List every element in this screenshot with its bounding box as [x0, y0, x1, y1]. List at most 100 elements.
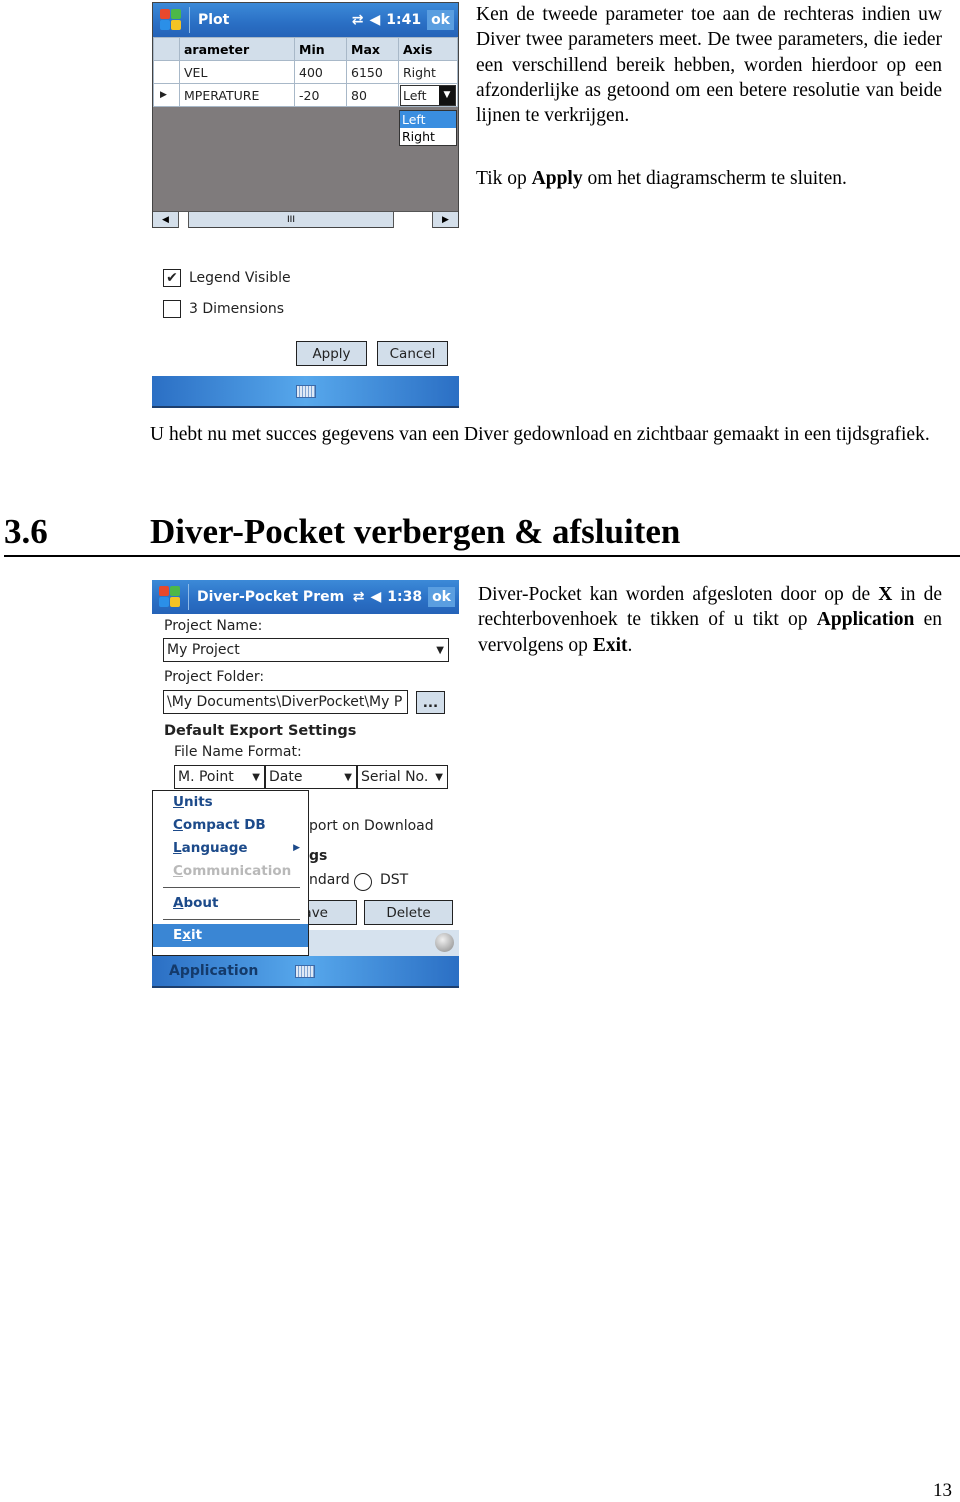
cell-axis[interactable]: Right: [398, 60, 458, 84]
ok-button[interactable]: ok: [427, 10, 454, 30]
speaker-icon[interactable]: ◀︎: [369, 12, 380, 28]
chevron-down-icon[interactable]: ▼: [344, 772, 352, 783]
menu-separator: [163, 919, 300, 920]
menu-item-language[interactable]: Language ▶: [153, 837, 308, 860]
delete-button[interactable]: Delete: [364, 900, 453, 925]
mnemonic: L: [173, 840, 182, 856]
cell-parameter[interactable]: MPERATURE: [179, 83, 295, 107]
label: bout: [183, 895, 219, 911]
axis-select-value[interactable]: Left: [401, 86, 439, 105]
mnemonic: C: [173, 863, 183, 879]
clock-time[interactable]: 1:38: [387, 589, 422, 605]
cell-min[interactable]: -20: [294, 83, 347, 107]
text: Tik op: [476, 168, 532, 189]
horizontal-scrollbar[interactable]: ◀ III ▶: [153, 211, 458, 228]
format-select-3[interactable]: Serial No. ▼: [357, 765, 448, 789]
project-name-label: Project Name:: [164, 618, 263, 634]
header-parameter[interactable]: arameter: [179, 37, 295, 61]
label: ompact DB: [182, 817, 266, 833]
clock-time[interactable]: 1:41: [386, 12, 421, 28]
mnemonic: U: [173, 794, 184, 810]
row-selector-current[interactable]: ▶: [153, 83, 180, 107]
legend-visible-checkbox[interactable]: ✔: [163, 269, 181, 287]
paragraph-tap-apply: Tik op Apply om het diagramscherm te slu…: [476, 166, 942, 191]
three-dimensions-checkbox[interactable]: [163, 300, 181, 318]
keyboard-icon[interactable]: [295, 384, 316, 398]
connectivity-icon[interactable]: ⇄: [353, 589, 365, 605]
label: it: [190, 927, 203, 943]
format-select-2[interactable]: Date ▼: [265, 765, 357, 789]
project-folder-label: Project Folder:: [164, 669, 265, 685]
header-min[interactable]: Min: [294, 37, 347, 61]
file-name-format-label: File Name Format:: [174, 744, 302, 760]
format-select-1[interactable]: M. Point ▼: [174, 765, 265, 789]
scroll-right-arrow-icon[interactable]: ▶: [432, 211, 458, 228]
legend-visible-label[interactable]: Legend Visible: [189, 270, 291, 286]
table-row[interactable]: ▶ MPERATURE -20 80 Left ▼: [153, 83, 458, 107]
project-name-value[interactable]: My Project: [167, 642, 240, 658]
menu-item-units[interactable]: Units: [153, 791, 308, 814]
menu-item-communication: Communication: [153, 860, 308, 883]
diver-pocket-title-bar: Diver-Pocket Prem ⇄ ◀︎ 1:38 ok: [152, 580, 459, 614]
parameter-grid: arameter Min Max Axis VEL 400 6150 Right…: [153, 37, 458, 107]
project-name-select[interactable]: My Project ▼: [163, 638, 449, 662]
speaker-icon[interactable]: ◀︎: [370, 589, 381, 605]
axis-select[interactable]: Left ▼: [398, 83, 458, 107]
apply-button[interactable]: Apply: [296, 341, 367, 366]
text: om het diagramscherm te sluiten.: [582, 168, 847, 189]
row-selector[interactable]: [153, 60, 180, 84]
browse-folder-button[interactable]: ...: [416, 691, 445, 714]
window-title: Plot: [198, 12, 230, 28]
cell-max[interactable]: 6150: [346, 60, 399, 84]
header-axis[interactable]: Axis: [398, 37, 458, 61]
text: .: [627, 634, 633, 656]
ok-button[interactable]: ok: [428, 587, 455, 607]
three-dimensions-checkbox-row[interactable]: 3 Dimensions: [163, 300, 284, 318]
menu-item-compact-db[interactable]: Compact DB: [153, 814, 308, 837]
windows-start-icon[interactable]: [159, 8, 183, 32]
format-value[interactable]: M. Point: [178, 769, 234, 785]
diver-pocket-screenshot: Diver-Pocket Prem ⇄ ◀︎ 1:38 ok Project N…: [152, 580, 459, 990]
chevron-down-icon[interactable]: ▼: [252, 772, 260, 783]
project-folder-field[interactable]: \My Documents\DiverPocket\My P: [163, 690, 408, 714]
plot-title-bar: Plot ⇄ ◀︎ 1:41 ok: [153, 3, 458, 37]
dst-label[interactable]: DST: [380, 872, 408, 888]
dst-radio[interactable]: [354, 873, 372, 891]
table-row[interactable]: VEL 400 6150 Right: [153, 60, 458, 84]
scroll-left-arrow-icon[interactable]: ◀: [153, 211, 179, 228]
page-number: 13: [933, 1480, 952, 1501]
cancel-button[interactable]: Cancel: [377, 341, 448, 366]
three-dimensions-label[interactable]: 3 Dimensions: [189, 301, 284, 317]
connectivity-icon[interactable]: ⇄: [352, 12, 364, 28]
grid-header-row: arameter Min Max Axis: [153, 37, 458, 61]
standard-label-fragment[interactable]: ndard: [309, 872, 350, 888]
application-menu: Units Compact DB Language ▶ Communication…: [152, 790, 309, 956]
menu-item-exit[interactable]: Exit: [153, 924, 308, 947]
dropdown-option-left[interactable]: Left: [400, 111, 456, 128]
label: ommunication: [182, 863, 292, 879]
status-globe-icon[interactable]: [435, 933, 454, 952]
header-max[interactable]: Max: [346, 37, 399, 61]
scroll-thumb[interactable]: III: [189, 212, 393, 228]
windows-start-icon[interactable]: [158, 585, 182, 609]
keyboard-icon[interactable]: [295, 964, 315, 978]
bold-application: Application: [816, 609, 915, 631]
cell-max[interactable]: 80: [346, 83, 399, 107]
application-menu-button[interactable]: Application: [169, 963, 295, 979]
dropdown-option-right[interactable]: Right: [400, 128, 456, 145]
cell-min[interactable]: 400: [294, 60, 347, 84]
chevron-down-icon[interactable]: ▼: [436, 645, 444, 656]
axis-dropdown-list: Left Right: [399, 110, 457, 146]
paragraph-close-app: Diver-Pocket kan worden afgesloten door …: [478, 582, 942, 658]
export-settings-heading: Default Export Settings: [164, 723, 357, 739]
format-value[interactable]: Serial No.: [361, 769, 428, 785]
soft-key-bar: Application: [152, 956, 459, 988]
cell-parameter[interactable]: VEL: [179, 60, 295, 84]
export-on-download-label[interactable]: port on Download: [309, 818, 434, 834]
chevron-down-icon[interactable]: ▼: [435, 772, 443, 783]
menu-item-about[interactable]: About: [153, 892, 308, 915]
format-value[interactable]: Date: [269, 769, 302, 785]
legend-visible-checkbox-row[interactable]: ✔ Legend Visible: [163, 269, 291, 287]
mnemonic: C: [173, 817, 183, 833]
chevron-down-icon[interactable]: ▼: [439, 85, 455, 105]
